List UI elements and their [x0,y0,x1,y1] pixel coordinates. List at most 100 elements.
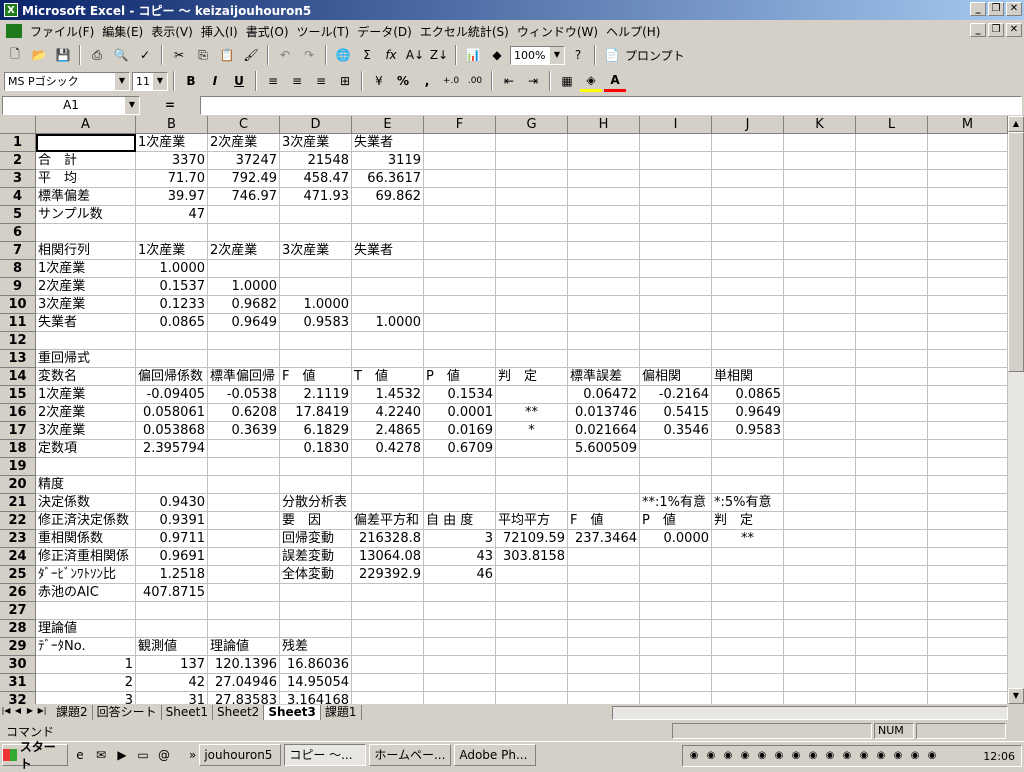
cell-G29[interactable] [496,638,568,656]
cell-D8[interactable] [280,260,352,278]
cell-K11[interactable] [784,314,856,332]
tray-icon[interactable]: ◉ [891,749,905,763]
sort-ascending-icon[interactable]: A↓ [404,44,426,66]
cell-H22[interactable]: F 値 [568,512,640,530]
cell-K20[interactable] [784,476,856,494]
sort-descending-icon[interactable]: Z↓ [428,44,450,66]
column-header[interactable]: F [424,116,496,134]
cell-L20[interactable] [856,476,928,494]
cell-A6[interactable] [36,224,136,242]
cell-I27[interactable] [640,602,712,620]
align-left-icon[interactable]: ≡ [262,70,284,92]
cell-L1[interactable] [856,134,928,152]
cell-E1[interactable]: 失業者 [352,134,424,152]
cell-C12[interactable] [208,332,280,350]
cell-J23[interactable]: ** [712,530,784,548]
row-header[interactable]: 29 [0,638,36,656]
cell-H7[interactable] [568,242,640,260]
cell-K14[interactable] [784,368,856,386]
cell-D6[interactable] [280,224,352,242]
cell-F19[interactable] [424,458,496,476]
cell-K31[interactable] [784,674,856,692]
cell-J12[interactable] [712,332,784,350]
workbook-icon[interactable] [6,24,22,38]
cell-F13[interactable] [424,350,496,368]
cell-B19[interactable] [136,458,208,476]
cell-D19[interactable] [280,458,352,476]
cell-G9[interactable] [496,278,568,296]
cell-G3[interactable] [496,170,568,188]
row-header[interactable]: 3 [0,170,36,188]
cell-H4[interactable] [568,188,640,206]
minimize-button[interactable]: _ [970,2,986,16]
column-header[interactable]: C [208,116,280,134]
cell-C28[interactable] [208,620,280,638]
open-icon[interactable]: 📂 [28,44,50,66]
row-header[interactable]: 4 [0,188,36,206]
cell-I7[interactable] [640,242,712,260]
cell-E6[interactable] [352,224,424,242]
next-sheet-icon[interactable]: ▶ [24,705,36,719]
cell-F7[interactable] [424,242,496,260]
cell-I26[interactable] [640,584,712,602]
cell-G21[interactable] [496,494,568,512]
cell-B28[interactable] [136,620,208,638]
cut-icon[interactable]: ✂ [168,44,190,66]
first-sheet-icon[interactable]: |◀ [0,705,12,719]
cell-J14[interactable]: 単相関 [712,368,784,386]
cell-D9[interactable] [280,278,352,296]
cell-M6[interactable] [928,224,1008,242]
taskbar-button[interactable]: jouhouron5 [199,744,282,766]
copy-icon[interactable]: ⎘ [192,44,214,66]
chart-wizard-icon[interactable]: 📊 [462,44,484,66]
cell-M25[interactable] [928,566,1008,584]
cell-M28[interactable] [928,620,1008,638]
cell-J16[interactable]: 0.9649 [712,404,784,422]
outlook-icon[interactable]: ✉ [92,746,110,764]
cell-H6[interactable] [568,224,640,242]
cell-G19[interactable] [496,458,568,476]
cell-K32[interactable] [784,692,856,704]
cell-J7[interactable] [712,242,784,260]
cell-I30[interactable] [640,656,712,674]
cell-L21[interactable] [856,494,928,512]
cell-H24[interactable] [568,548,640,566]
column-header[interactable]: E [352,116,424,134]
cell-H21[interactable] [568,494,640,512]
increase-decimal-icon[interactable]: +.0 [440,70,462,92]
cell-K24[interactable] [784,548,856,566]
cell-I14[interactable]: 偏相関 [640,368,712,386]
column-header[interactable]: K [784,116,856,134]
cell-L14[interactable] [856,368,928,386]
row-header[interactable]: 14 [0,368,36,386]
cell-L2[interactable] [856,152,928,170]
menu-item-9[interactable]: ヘルプ(H) [602,23,664,40]
cell-G17[interactable]: * [496,422,568,440]
cell-E25[interactable]: 229392.9 [352,566,424,584]
cell-J31[interactable] [712,674,784,692]
dropdown-arrow-icon[interactable]: ▼ [550,46,564,64]
cell-F4[interactable] [424,188,496,206]
cell-B8[interactable]: 1.0000 [136,260,208,278]
cell-H32[interactable] [568,692,640,704]
cell-I10[interactable] [640,296,712,314]
cell-L22[interactable] [856,512,928,530]
name-box[interactable]: A1 ▼ [2,95,140,115]
clock[interactable]: 12:06 [983,750,1021,763]
cell-K22[interactable] [784,512,856,530]
cell-H26[interactable] [568,584,640,602]
cell-I21[interactable]: **:1%有意 [640,494,712,512]
cell-M2[interactable] [928,152,1008,170]
cell-J24[interactable] [712,548,784,566]
column-header[interactable]: I [640,116,712,134]
cell-B6[interactable] [136,224,208,242]
cell-K3[interactable] [784,170,856,188]
tray-icon[interactable]: ◉ [806,749,820,763]
cell-K25[interactable] [784,566,856,584]
cell-A23[interactable]: 重相関係数 [36,530,136,548]
cell-C24[interactable] [208,548,280,566]
row-header[interactable]: 16 [0,404,36,422]
tray-icon[interactable]: ◉ [755,749,769,763]
cell-E20[interactable] [352,476,424,494]
autosum-icon[interactable]: Σ [356,44,378,66]
